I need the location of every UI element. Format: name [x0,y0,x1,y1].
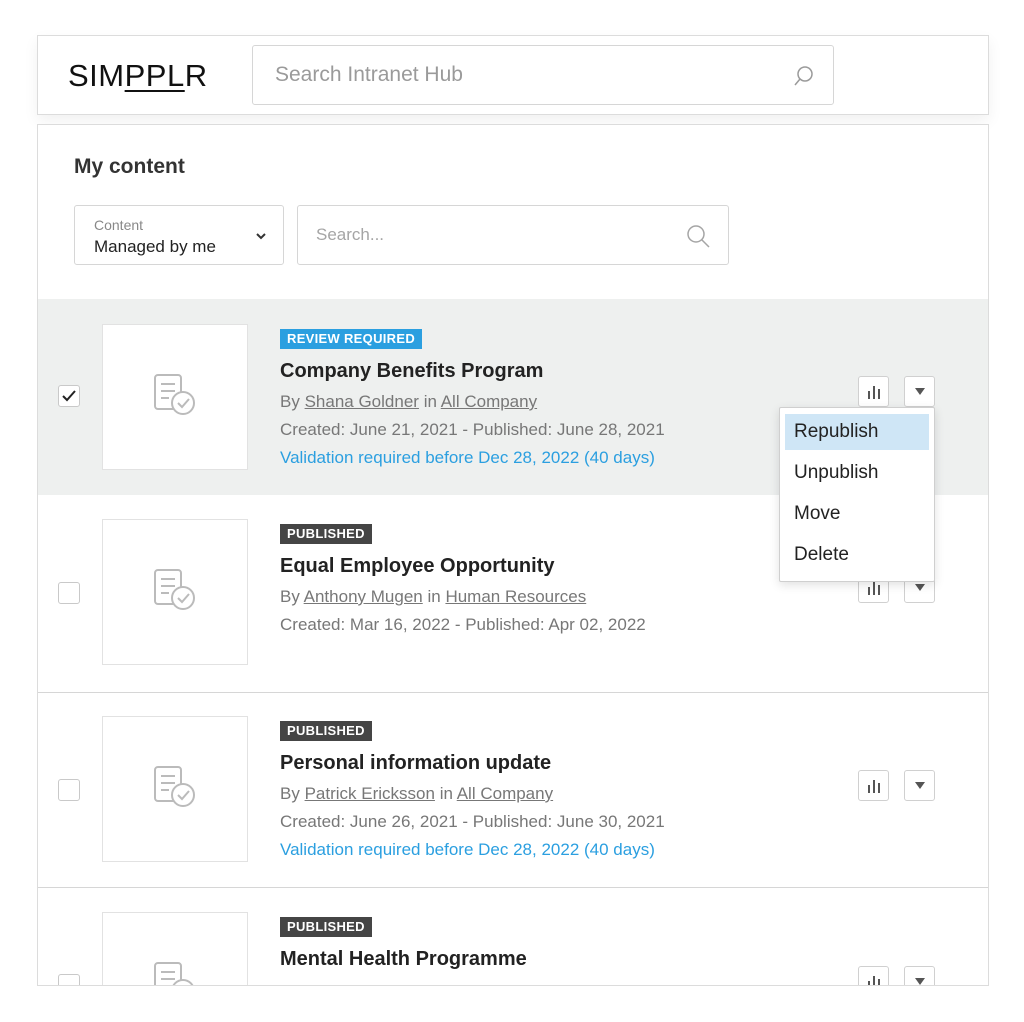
author-link[interactable]: Shana Goldner [305,392,419,411]
content-info: PUBLISHED Equal Employee Opportunity By … [280,524,646,635]
analytics-button[interactable] [858,376,889,407]
caret-down-icon [915,388,925,395]
page-title: My content [74,155,185,178]
content-row[interactable]: PUBLISHED Personal information update By… [38,692,988,887]
author-link[interactable]: Anthony Mugen [304,587,423,606]
bar-chart-icon [868,976,880,985]
chevron-down-icon [255,229,267,241]
row-checkbox[interactable] [58,779,80,801]
row-menu-button[interactable] [904,770,935,801]
analytics-button[interactable] [858,770,889,801]
menu-item-delete[interactable]: Delete [785,537,929,573]
site-link[interactable]: All Company [457,784,553,803]
status-badge: PUBLISHED [280,721,372,741]
content-thumbnail[interactable] [102,324,248,470]
bar-chart-icon [868,780,880,793]
row-menu-button[interactable] [904,966,935,985]
content-info: PUBLISHED Mental Health Programme [280,917,527,971]
document-check-icon [154,766,195,807]
row-checkbox[interactable] [58,385,80,407]
content-title[interactable]: Personal information update [280,751,665,775]
bar-chart-icon [868,582,880,595]
content-title[interactable]: Company Benefits Program [280,359,665,383]
analytics-button[interactable] [858,966,889,985]
content-byline: By Shana Goldner in All Company [280,392,538,411]
validation-notice: Validation required before Dec 28, 2022 … [280,448,655,467]
row-action-menu: Republish Unpublish Move Delete [779,407,935,582]
content-filter-label: Content [94,217,144,233]
status-badge: PUBLISHED [280,524,372,544]
site-link[interactable]: Human Resources [445,587,586,606]
global-search-input[interactable] [275,46,775,104]
content-dates: Created: June 26, 2021 - Published: June… [280,812,665,831]
content-info: PUBLISHED Personal information update By… [280,721,665,860]
content-thumbnail[interactable] [102,519,248,665]
menu-item-republish[interactable]: Republish [785,414,929,450]
my-content-panel: My content Content Managed by me Search.… [37,124,989,986]
document-check-icon [154,569,195,610]
menu-item-move[interactable]: Move [785,496,929,532]
caret-down-icon [915,978,925,985]
content-thumbnail[interactable] [102,912,248,985]
content-title[interactable]: Equal Employee Opportunity [280,554,646,578]
row-checkbox[interactable] [58,974,80,985]
simpplr-logo[interactable]: SIMPPLR [68,58,208,94]
content-search-input[interactable] [316,206,676,264]
content-filter-value: Managed by me [94,237,216,256]
global-search-box[interactable] [252,45,834,105]
content-info: REVIEW REQUIRED Company Benefits Program… [280,329,665,468]
content-dates: Created: Mar 16, 2022 - Published: Apr 0… [280,615,646,634]
bar-chart-icon [868,386,880,399]
top-header: SIMPPLR [37,35,989,115]
content-byline: By Patrick Ericksson in All Company [280,784,554,803]
status-badge: REVIEW REQUIRED [280,329,423,349]
validation-notice: Validation required before Dec 28, 2022 … [280,840,655,859]
content-title[interactable]: Mental Health Programme [280,947,527,971]
caret-down-icon [915,584,925,591]
content-row[interactable]: PUBLISHED Mental Health Programme [38,887,988,985]
menu-item-unpublish[interactable]: Unpublish [785,455,929,491]
row-menu-button[interactable] [904,376,935,407]
document-check-icon [154,374,195,415]
search-icon[interactable] [793,65,815,87]
site-link[interactable]: All Company [441,392,537,411]
status-badge: PUBLISHED [280,917,372,937]
checkmark-icon [62,390,76,402]
content-dates: Created: June 21, 2021 - Published: June… [280,420,665,439]
content-byline: By Anthony Mugen in Human Resources [280,587,587,606]
content-search-box[interactable] [297,205,729,265]
content-thumbnail[interactable] [102,716,248,862]
row-checkbox[interactable] [58,582,80,604]
search-icon[interactable] [686,224,710,248]
author-link[interactable]: Patrick Ericksson [305,784,435,803]
caret-down-icon [915,782,925,789]
document-check-icon [154,962,194,985]
content-filter-select[interactable]: Content Managed by me [74,205,284,265]
